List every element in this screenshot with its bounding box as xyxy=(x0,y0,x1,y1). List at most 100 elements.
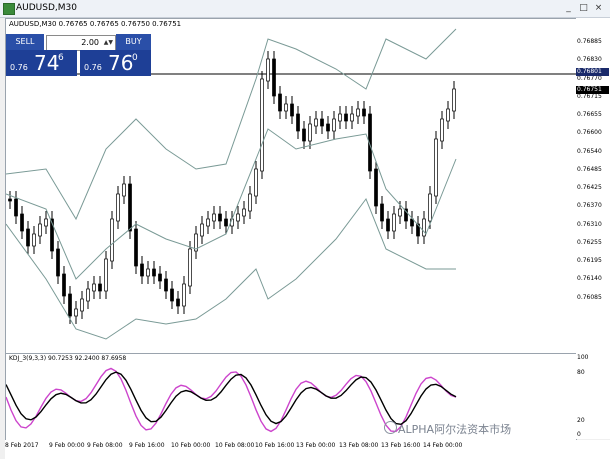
price-tick-label: 0.76600 xyxy=(577,129,602,136)
ask-price-prefix: 0.76 xyxy=(84,63,102,72)
candle-body xyxy=(212,213,216,222)
candle-body xyxy=(182,283,186,307)
candle-body xyxy=(254,168,258,197)
candle-body xyxy=(188,248,192,287)
kdj-level-100: 100 xyxy=(577,354,589,361)
time-tick-label: 13 Feb 00:00 xyxy=(296,442,336,449)
price-tick-label: 0.76140 xyxy=(577,275,602,282)
chart-title-bar: AUDUSD,M30 _ □ × xyxy=(0,0,610,18)
minimize-button[interactable]: _ xyxy=(562,2,575,14)
price-tick-label: 0.76885 xyxy=(577,38,602,45)
bid-price-tag: 0.76751 xyxy=(576,86,609,94)
candle-body xyxy=(128,183,132,232)
price-tick-label: 0.76770 xyxy=(577,75,602,82)
time-tick-label: 10 Feb 16:00 xyxy=(255,442,295,449)
candle-body xyxy=(248,193,252,212)
candle-body xyxy=(302,128,306,142)
candle-body xyxy=(116,193,120,222)
ask-price-box[interactable]: 0.76 76 0 xyxy=(80,50,151,76)
candle-body xyxy=(314,118,318,127)
candle-body xyxy=(386,218,390,232)
candle-body xyxy=(434,138,438,197)
candle-body xyxy=(260,78,264,172)
candle-body xyxy=(218,213,222,222)
price-tick-label: 0.76485 xyxy=(577,166,602,173)
candle-body xyxy=(272,58,276,97)
chart-ohlc-header: AUDUSD,M30 0.76765 0.76765 0.76750 0.767… xyxy=(9,20,182,28)
candle-body xyxy=(176,298,180,307)
candle-body xyxy=(224,218,228,227)
candle-body xyxy=(278,93,282,112)
lot-size-value: 2.00 xyxy=(81,38,99,47)
time-tick-label: 10 Feb 00:00 xyxy=(171,442,211,449)
candle-body xyxy=(86,288,90,302)
kdj-level-80: 80 xyxy=(577,369,585,376)
candle-body xyxy=(440,118,444,142)
bid-price-pips: 74 xyxy=(34,51,60,75)
watermark-text: ALPHA阿尔法资本市场 xyxy=(398,423,512,436)
candle-body xyxy=(374,168,378,207)
candle-body xyxy=(8,198,12,202)
candle-body xyxy=(362,108,366,117)
price-tick-label: 0.76085 xyxy=(577,294,602,301)
buy-button[interactable]: BUY xyxy=(116,34,151,50)
price-tick-label: 0.76830 xyxy=(577,56,602,63)
ask-price-pips: 76 xyxy=(108,51,134,75)
candle-body xyxy=(98,283,102,292)
candle-body xyxy=(338,113,342,122)
candle-body xyxy=(320,118,324,127)
candle-body xyxy=(80,298,84,312)
price-tick-label: 0.76370 xyxy=(577,202,602,209)
candle-body xyxy=(392,213,396,232)
lot-size-input[interactable]: 2.00 ▲▼ xyxy=(46,35,116,51)
candle-body xyxy=(68,293,72,317)
price-tick-label: 0.76655 xyxy=(577,111,602,118)
candle-body xyxy=(326,123,330,132)
time-tick-label: 9 Feb 16:00 xyxy=(129,442,165,449)
candle-body xyxy=(56,248,60,277)
price-axis[interactable]: 0.76885 0.76830 0.76770 0.76715 0.76655 0.766… xyxy=(576,18,610,439)
candle-body xyxy=(236,213,240,222)
candle-body xyxy=(452,88,456,112)
candle-body xyxy=(398,208,402,217)
candle-body xyxy=(104,258,108,292)
candle-body xyxy=(32,233,36,247)
close-button[interactable]: × xyxy=(592,2,605,14)
candle-body xyxy=(20,213,24,232)
candle-body xyxy=(308,123,312,142)
time-tick-label: 14 Feb 00:00 xyxy=(423,442,463,449)
candle-body xyxy=(206,218,210,227)
candle-body xyxy=(140,263,144,277)
candle-body xyxy=(428,193,432,222)
candle-body xyxy=(134,228,138,267)
candle-body xyxy=(380,203,384,222)
price-tick-label: 0.76715 xyxy=(577,93,602,100)
bid-price-point: 6 xyxy=(58,53,64,63)
price-tick-label: 0.76255 xyxy=(577,239,602,246)
time-tick-label: 13 Feb 08:00 xyxy=(339,442,379,449)
price-tick-label: 0.76425 xyxy=(577,184,602,191)
bid-price-prefix: 0.76 xyxy=(10,63,28,72)
candle-body xyxy=(74,308,78,317)
candle-body xyxy=(146,268,150,277)
candle-body xyxy=(14,198,18,217)
terminal-window: AUDUSD,M30 _ □ × AUDUSD,M30 0.76765 0.76… xyxy=(0,0,610,459)
candle-body xyxy=(38,223,42,237)
one-click-trading-panel: SELL 2.00 ▲▼ BUY 0.76 74 6 0.76 76 0 xyxy=(6,34,151,76)
price-tick-label: 0.76195 xyxy=(577,257,602,264)
lot-spinner-icon[interactable]: ▲▼ xyxy=(104,36,113,50)
maximize-button[interactable]: □ xyxy=(577,2,590,14)
time-axis[interactable]: 8 Feb 2017 9 Feb 00:00 9 Feb 08:00 9 Feb 16… xyxy=(5,440,610,459)
candle-body xyxy=(350,113,354,122)
candle-body xyxy=(446,108,450,122)
candle-body xyxy=(284,103,288,112)
candle-body xyxy=(332,118,336,132)
candle-body xyxy=(62,273,66,297)
candle-body xyxy=(356,108,360,117)
candle-body xyxy=(266,58,270,82)
time-tick-label: 13 Feb 16:00 xyxy=(381,442,421,449)
bid-price-box[interactable]: 0.76 74 6 xyxy=(6,50,77,76)
time-tick-label: 8 Feb 2017 xyxy=(5,442,39,449)
candle-body xyxy=(170,288,174,302)
sell-button[interactable]: SELL xyxy=(6,34,44,50)
